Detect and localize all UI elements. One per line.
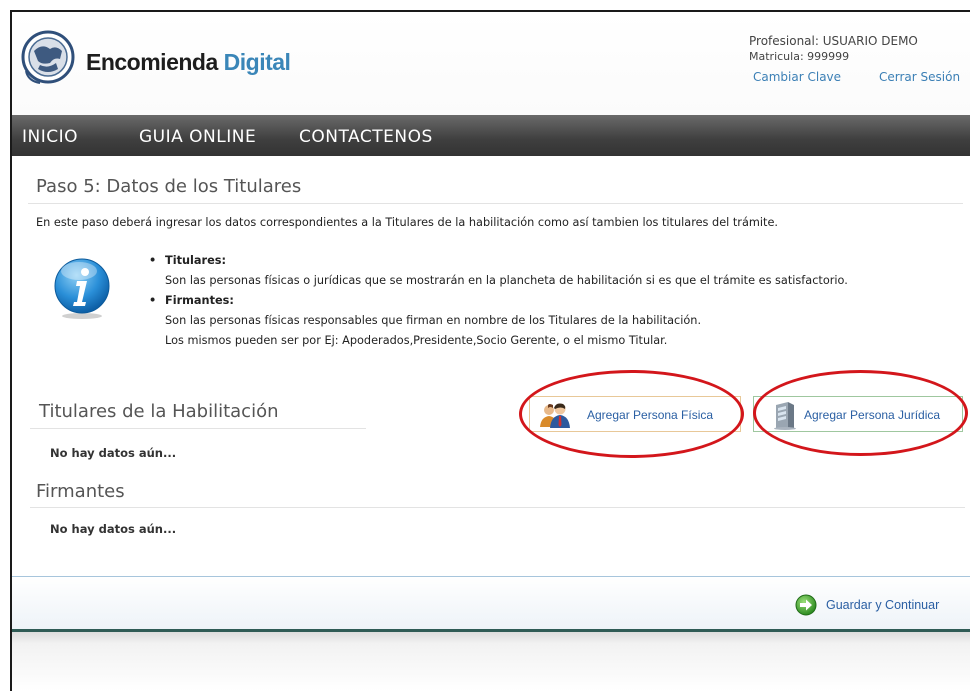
change-password-link[interactable]: Cambiar Clave	[753, 70, 841, 84]
matricula-label: Matricula: 999999	[749, 50, 850, 63]
bullet-firmantes-desc-1: Son las personas físicas responsables qu…	[165, 314, 702, 327]
titulares-section-title: Titulares de la Habilitación	[39, 401, 279, 422]
divider	[28, 203, 963, 204]
annotation-circle-juridica	[753, 370, 968, 456]
step-title: Paso 5: Datos de los Titulares	[36, 176, 302, 197]
main-nav: INICIO GUIA ONLINE CONTACTENOS	[12, 115, 970, 156]
annotation-circle-fisica	[519, 370, 744, 458]
bullet-firmantes-desc-2: Los mismos pueden ser por Ej: Apoderados…	[165, 334, 668, 347]
titulares-empty-text: No hay datos aún...	[50, 446, 177, 460]
logout-link[interactable]: Cerrar Sesión	[879, 70, 960, 84]
titulares-divider	[30, 428, 366, 429]
nav-item-inicio[interactable]: INICIO	[22, 127, 78, 147]
logo-text-accent: Digital	[223, 49, 291, 75]
info-icon	[54, 258, 110, 319]
arrow-right-circle-icon[interactable]	[795, 594, 817, 616]
user-info: Profesional: USUARIO DEMO Matricula: 999…	[749, 33, 918, 65]
firmantes-empty-text: No hay datos aún...	[50, 522, 177, 536]
bullet-firmantes-title: Firmantes:	[147, 291, 848, 311]
profesional-label: Profesional: USUARIO DEMO	[749, 34, 918, 48]
bullet-titulares-desc: Son las personas físicas o jurídicas que…	[165, 274, 848, 287]
logo-globe-icon	[21, 30, 75, 84]
info-bullets: Titulares: Son las personas físicas o ju…	[147, 251, 848, 351]
nav-item-contactenos[interactable]: CONTACTENOS	[299, 127, 433, 147]
firmantes-divider	[30, 507, 965, 508]
page-bottom	[12, 632, 970, 691]
bullet-titulares-title: Titulares:	[147, 251, 848, 271]
step-intro: En este paso deberá ingresar los datos c…	[36, 216, 778, 229]
firmantes-section-title: Firmantes	[36, 481, 125, 502]
save-continue-button[interactable]: Guardar y Continuar	[826, 598, 939, 612]
nav-item-guia-online[interactable]: GUIA ONLINE	[139, 127, 256, 147]
logo-text-main: Encomienda	[86, 49, 218, 75]
logo-text: Encomienda Digital	[86, 49, 291, 76]
